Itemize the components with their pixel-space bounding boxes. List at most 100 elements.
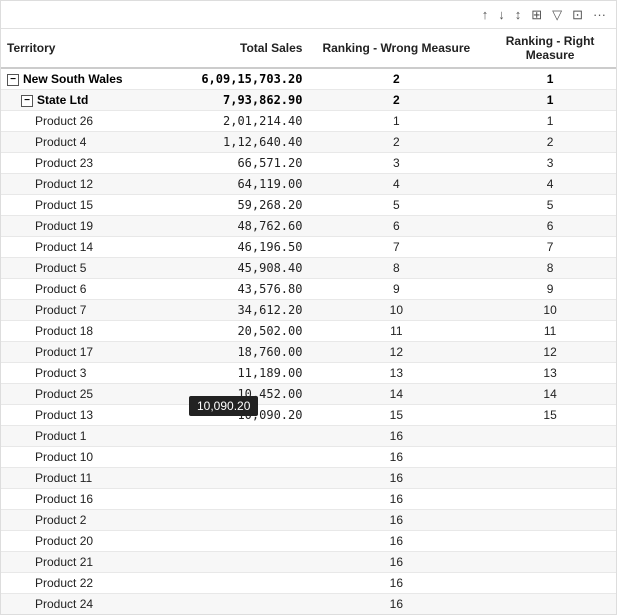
cell-ranking-wrong: 12: [308, 342, 484, 363]
cell-sales: 59,268.20: [177, 195, 309, 216]
more-icon[interactable]: ···: [591, 5, 608, 24]
cell-ranking-right: 3: [484, 153, 616, 174]
table-row: Product 10 16: [1, 447, 616, 468]
header-total-sales[interactable]: Total Sales: [177, 29, 309, 68]
cell-ranking-right: [484, 489, 616, 510]
cell-ranking-wrong: 4: [308, 174, 484, 195]
cell-territory: −State Ltd: [1, 90, 177, 111]
data-table: Territory Total Sales Ranking - Wrong Me…: [1, 29, 616, 614]
cell-ranking-wrong: 1: [308, 111, 484, 132]
cell-ranking-right: 7: [484, 237, 616, 258]
cell-ranking-wrong: 16: [308, 531, 484, 552]
table-row: −State Ltd7,93,862.9021: [1, 90, 616, 111]
cell-ranking-right: 13: [484, 363, 616, 384]
cell-ranking-right: 6: [484, 216, 616, 237]
cell-territory: Product 25: [1, 384, 177, 405]
cell-sales: 45,908.40: [177, 258, 309, 279]
header-ranking-wrong[interactable]: Ranking - Wrong Measure: [308, 29, 484, 68]
cell-sales: 18,760.00: [177, 342, 309, 363]
cell-territory: Product 2: [1, 510, 177, 531]
cell-sales: 10,452.00: [177, 384, 309, 405]
cell-ranking-wrong: 13: [308, 363, 484, 384]
cell-ranking-right: [484, 447, 616, 468]
cell-sales: 66,571.20: [177, 153, 309, 174]
table-row: Product 1264,119.0044: [1, 174, 616, 195]
cell-sales: [177, 510, 309, 531]
table-row: Product 311,189.001313: [1, 363, 616, 384]
table-row: Product 41,12,640.4022: [1, 132, 616, 153]
cell-sales: 7,93,862.90: [177, 90, 309, 111]
cell-ranking-wrong: 11: [308, 321, 484, 342]
cell-territory: Product 14: [1, 237, 177, 258]
table-row: Product 2510,452.001414: [1, 384, 616, 405]
cell-ranking-right: 1: [484, 90, 616, 111]
cell-ranking-right: [484, 573, 616, 594]
sort-both-icon[interactable]: ↕: [513, 5, 524, 24]
cell-ranking-right: 11: [484, 321, 616, 342]
cell-ranking-right: 9: [484, 279, 616, 300]
table-row: Product 20 16: [1, 531, 616, 552]
cell-ranking-wrong: 2: [308, 132, 484, 153]
expand-icon[interactable]: ⊞: [529, 5, 544, 25]
cell-territory: Product 10: [1, 447, 177, 468]
sort-asc-icon[interactable]: ↑: [480, 5, 491, 24]
cell-territory: Product 12: [1, 174, 177, 195]
table-row: Product 545,908.4088: [1, 258, 616, 279]
header-territory[interactable]: Territory: [1, 29, 177, 68]
cell-ranking-right: [484, 552, 616, 573]
cell-sales: 20,502.00: [177, 321, 309, 342]
grid-icon[interactable]: ⊡: [570, 5, 585, 25]
cell-territory: Product 19: [1, 216, 177, 237]
cell-ranking-wrong: 16: [308, 594, 484, 615]
cell-territory: −New South Wales: [1, 68, 177, 90]
table-row: Product 2366,571.2033: [1, 153, 616, 174]
cell-territory: Product 16: [1, 489, 177, 510]
cell-ranking-wrong: 15: [308, 405, 484, 426]
cell-ranking-right: 15: [484, 405, 616, 426]
cell-sales: 10,090.20: [177, 405, 309, 426]
table-row: Product 2116: [1, 552, 616, 573]
cell-territory: Product 24: [1, 594, 177, 615]
table-row: Product 262,01,214.4011: [1, 111, 616, 132]
table-row: Product 24 16: [1, 594, 616, 615]
cell-ranking-right: 2: [484, 132, 616, 153]
cell-sales: [177, 426, 309, 447]
cell-sales: 34,612.20: [177, 300, 309, 321]
cell-ranking-wrong: 16: [308, 426, 484, 447]
cell-ranking-wrong: 16: [308, 468, 484, 489]
sort-desc-icon[interactable]: ↓: [496, 5, 507, 24]
table-row: Product 11 16: [1, 468, 616, 489]
table-row: Product 643,576.8099: [1, 279, 616, 300]
cell-sales: 11,189.00: [177, 363, 309, 384]
toolbar: ↑ ↓ ↕ ⊞ ▽ ⊡ ···: [1, 1, 616, 29]
cell-territory: Product 4: [1, 132, 177, 153]
cell-ranking-wrong: 16: [308, 552, 484, 573]
cell-sales: 1,12,640.40: [177, 132, 309, 153]
cell-ranking-wrong: 2: [308, 90, 484, 111]
cell-sales: 43,576.80: [177, 279, 309, 300]
cell-ranking-wrong: 7: [308, 237, 484, 258]
table-row: Product 1446,196.5077: [1, 237, 616, 258]
table-row: −New South Wales6,09,15,703.2021: [1, 68, 616, 90]
cell-territory: Product 11: [1, 468, 177, 489]
table-row: Product 1718,760.001212: [1, 342, 616, 363]
table-header-row: Territory Total Sales Ranking - Wrong Me…: [1, 29, 616, 68]
cell-ranking-right: 5: [484, 195, 616, 216]
cell-ranking-wrong: 6: [308, 216, 484, 237]
cell-ranking-wrong: 10: [308, 300, 484, 321]
cell-territory: Product 23: [1, 153, 177, 174]
cell-sales: 46,196.50: [177, 237, 309, 258]
cell-ranking-wrong: 16: [308, 447, 484, 468]
cell-territory: Product 6: [1, 279, 177, 300]
cell-sales: [177, 531, 309, 552]
cell-ranking-right: 4: [484, 174, 616, 195]
filter-icon[interactable]: ▽: [550, 5, 564, 25]
collapse-icon[interactable]: −: [7, 74, 19, 86]
header-ranking-right[interactable]: Ranking - Right Measure: [484, 29, 616, 68]
cell-ranking-wrong: 16: [308, 573, 484, 594]
cell-territory: Product 18: [1, 321, 177, 342]
cell-territory: Product 20: [1, 531, 177, 552]
collapse-icon[interactable]: −: [21, 95, 33, 107]
table-wrapper[interactable]: Territory Total Sales Ranking - Wrong Me…: [1, 29, 616, 614]
table-row: Product 734,612.201010: [1, 300, 616, 321]
